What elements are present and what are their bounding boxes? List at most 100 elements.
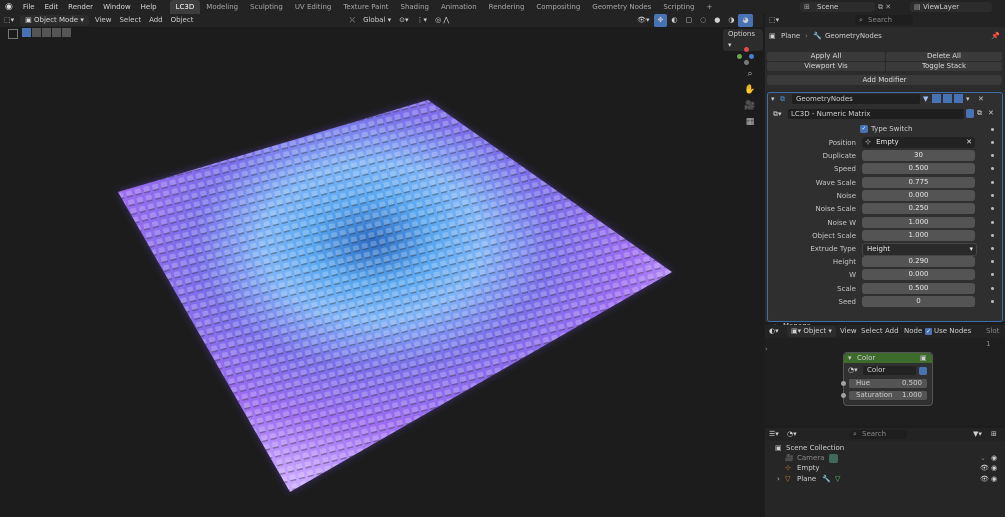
shading-wire-icon[interactable]: ◌ [696,14,710,27]
visibility-eye-icon[interactable]: 👁 [980,463,989,474]
shading-solid-icon[interactable]: ● [710,14,724,27]
hue-field[interactable]: Hue 0.500 [849,379,927,388]
shading-material-icon[interactable]: ◑ [724,14,738,27]
pivot-icon[interactable]: ⊙▾ [395,14,412,27]
orientation-dropdown[interactable]: Global ▾ [359,14,395,27]
render-camera-icon[interactable]: ◉ [991,463,997,474]
modifier-name-field[interactable]: GeometryNodes [792,94,920,104]
menu-node[interactable]: Node [904,325,922,338]
scene-selector[interactable]: ⊞ Scene [800,2,875,12]
saturation-socket-icon[interactable] [841,393,846,398]
keyframe-dot-icon[interactable] [991,193,994,197]
saturation-field[interactable]: Saturation 1.000 [849,391,927,400]
add-workspace-button[interactable]: + [700,0,718,14]
tab-compositing[interactable]: Compositing [530,0,586,14]
keyframe-dot-icon[interactable] [991,167,994,171]
gizmo-z-axis-icon[interactable] [749,54,754,59]
node-group-field[interactable]: LC3D - Numeric Matrix [788,109,964,119]
menu-add[interactable]: Add [885,325,899,338]
input-value-field[interactable]: 0.500 [862,163,975,175]
dropdown-icon[interactable]: ▾ [966,94,970,105]
tab-modeling[interactable]: Modeling [200,0,244,14]
outliner-editor-icon[interactable]: ☰▾ [769,428,779,441]
tab-lc3d[interactable]: LC3D [169,0,201,14]
input-value-field[interactable]: 0 [862,295,975,307]
outliner-row-empty[interactable]: ⊹ Empty 👁 ◉ [765,463,1005,474]
pin-icon[interactable]: 📌 [991,30,1000,42]
blender-logo-icon[interactable]: ◉ [0,0,18,14]
node-editor-type-icon[interactable]: ◐▾ [769,325,779,338]
input-value-field[interactable]: 30 [862,150,975,161]
shader-node-editor[interactable]: ◐▾ ▣▾ Object ▾ View Select Add Node ✓ Us… [765,325,1005,425]
tab-texture-paint[interactable]: Texture Paint [337,0,394,14]
keyframe-dot-icon[interactable] [991,154,994,157]
color-node-header[interactable]: ▾ Color ▣ [844,353,932,363]
toggle-stack-button[interactable]: Toggle Stack [886,62,1002,71]
gizmo-x-axis-icon[interactable] [744,47,749,52]
object-dropdown[interactable]: ▣▾ Object ▾ [787,326,836,337]
render-camera-icon[interactable]: ◉ [991,474,997,485]
filter-funnel-icon[interactable]: ▼▾ [973,428,982,441]
camera-view-icon[interactable]: 🎥 [744,100,756,112]
input-value-field[interactable]: 0.000 [862,269,975,281]
delete-all-button[interactable]: Delete All [886,52,1002,61]
viewport-vis-button[interactable]: Viewport Vis [767,62,885,71]
sidebar-toggle-icon[interactable]: › [765,345,769,353]
grid-perspective-icon[interactable]: ▦ [744,116,756,128]
input-value-field[interactable]: 1.000 [862,216,975,228]
shading-rendered-icon[interactable]: ◕ [738,14,753,27]
overlay-icon[interactable]: ◐ [667,14,681,27]
transform-orientation-icon[interactable]: ⤬ [345,14,359,27]
zoom-icon[interactable]: ⌕ [744,68,756,80]
keyframe-dot-icon[interactable] [991,273,994,277]
keyframe-dot-icon[interactable] [991,299,994,303]
gizmo-toggle-icon[interactable]: ✥ [653,14,668,27]
menu-select[interactable]: Select [115,14,145,27]
proportional-icon[interactable]: ◎ ⋀ [431,14,453,27]
color-datablock-field[interactable]: Color [863,366,916,375]
tab-scripting[interactable]: Scripting [657,0,700,14]
new-collection-icon[interactable]: ⊞ [991,428,997,441]
keyframe-dot-icon[interactable] [991,207,994,211]
menu-help[interactable]: Help [136,0,162,14]
keyframe-dot-icon[interactable] [991,247,994,250]
node-preview-icon[interactable]: ▣ [920,353,927,363]
filter-funnel-icon[interactable]: ▼ [923,94,928,105]
keyframe-dot-icon[interactable] [991,233,994,237]
mode-dropdown[interactable]: ▣ Object Mode ▾ [20,15,89,26]
xray-icon[interactable]: ▢ [682,14,697,27]
render-display-icon[interactable] [954,94,963,103]
apply-all-button[interactable]: Apply All [767,52,885,61]
extrude-type-dropdown[interactable]: Height ▾ [862,243,977,256]
keyframe-dot-icon[interactable] [991,260,994,263]
properties-search-input[interactable]: ⌕ Search [855,15,913,25]
menu-view[interactable]: View [91,14,116,27]
properties-editor-icon[interactable]: ⬚▾ [769,14,779,27]
clear-field-icon[interactable]: ✕ [966,137,972,148]
input-value-field[interactable]: 0.775 [862,176,975,188]
input-value-field[interactable]: 1.000 [862,229,975,241]
visibility-icon[interactable]: 👁▾ [633,14,653,27]
keyframe-dot-icon[interactable] [991,220,994,224]
slot-dropdown[interactable]: Slot 1 [986,325,1005,351]
menu-render[interactable]: Render [63,0,98,14]
collapse-arrow-icon[interactable]: ▾ [848,353,852,363]
outliner-row-plane[interactable]: › ▽ Plane 🔧 ▽ 👁 ◉ [765,474,1005,485]
expand-arrow-icon[interactable]: › [777,474,780,485]
menu-window[interactable]: Window [98,0,136,14]
collapse-arrow-icon[interactable]: ▾ [771,94,775,105]
tab-rendering[interactable]: Rendering [483,0,531,14]
type-switch-checkbox[interactable]: ✓ Type Switch [860,124,1000,135]
add-modifier-button[interactable]: Add Modifier [767,75,1002,85]
tab-uv-editing[interactable]: UV Editing [289,0,338,14]
edit-mode-icon[interactable] [932,94,941,103]
menu-view[interactable]: View [840,325,857,338]
color-node[interactable]: ▾ Color ▣ ◔▾ Color Hue 0.500 Saturation … [841,352,933,406]
input-value-field[interactable]: 0.500 [862,282,975,294]
duplicate-icon[interactable]: ⧉ [977,108,982,119]
editor-type-icon[interactable]: ⬚▾ [0,14,18,27]
fake-user-shield-icon[interactable] [919,367,927,375]
navigation-gizmo[interactable] [736,47,756,67]
unlink-close-icon[interactable]: ✕ [988,108,994,119]
display-mode-icon[interactable]: ◔▾ [787,428,797,441]
